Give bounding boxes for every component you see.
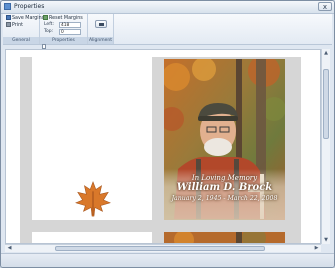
align-icon: [99, 23, 104, 26]
ribbon-group-label-alignment: Alignment: [88, 37, 113, 44]
ribbon: Save Margins Print General Reset Margins…: [3, 14, 332, 45]
deceased-name: William D. Brock: [176, 182, 273, 193]
left-input[interactable]: 418: [59, 22, 81, 28]
horizontal-scrollbar[interactable]: ◀ ▶: [5, 244, 321, 252]
window-title: Properties: [14, 3, 45, 10]
ribbon-group-properties: Reset Margins Left: 418 Top: 0 Propertie…: [40, 14, 88, 44]
vertical-scrollbar[interactable]: ▲ ▼: [321, 49, 330, 244]
horizontal-scroll-thumb[interactable]: [55, 246, 265, 251]
status-bar: [1, 253, 334, 267]
ribbon-group-label-general: General: [3, 37, 39, 44]
scroll-left-icon[interactable]: ◀: [6, 245, 13, 252]
reset-icon: [43, 15, 48, 20]
reset-margins-button[interactable]: Reset Margins: [43, 15, 83, 22]
scroll-up-icon[interactable]: ▲: [323, 50, 329, 56]
window-icon: [4, 3, 11, 10]
reset-margins-label: Reset Margins: [49, 16, 83, 21]
top-label: Top:: [44, 29, 54, 34]
print-button[interactable]: Print: [6, 22, 23, 29]
memory-line: In Loving Memory: [191, 174, 258, 182]
ribbon-group-general: Save Margins Print General: [3, 14, 44, 44]
print-icon: [6, 22, 11, 27]
save-margins-button[interactable]: Save Margins: [6, 15, 44, 22]
ribbon-group-label-properties: Properties: [40, 37, 87, 44]
save-icon: [6, 15, 11, 20]
next-left-page: [32, 232, 152, 243]
title-bar[interactable]: Properties x: [1, 1, 334, 14]
left-label: Left:: [44, 22, 54, 27]
life-dates: January 2, 1945 - March 22, 2008: [171, 195, 278, 202]
next-memorial-photo: [164, 232, 285, 243]
preview-canvas[interactable]: In Loving Memory William D. Brock Januar…: [5, 49, 321, 244]
print-label: Print: [12, 23, 24, 28]
ribbon-group-alignment: Alignment: [88, 14, 114, 44]
maple-leaf-icon: [75, 181, 111, 217]
scroll-down-icon[interactable]: ▼: [323, 237, 329, 243]
scroll-right-icon[interactable]: ▶: [313, 245, 320, 252]
properties-window: Properties x Save Margins Print General …: [0, 0, 335, 268]
align-button[interactable]: [95, 20, 107, 28]
close-button[interactable]: x: [318, 2, 332, 11]
top-input[interactable]: 0: [59, 29, 81, 35]
close-icon: x: [322, 3, 328, 11]
vertical-scroll-thumb[interactable]: [323, 69, 329, 139]
